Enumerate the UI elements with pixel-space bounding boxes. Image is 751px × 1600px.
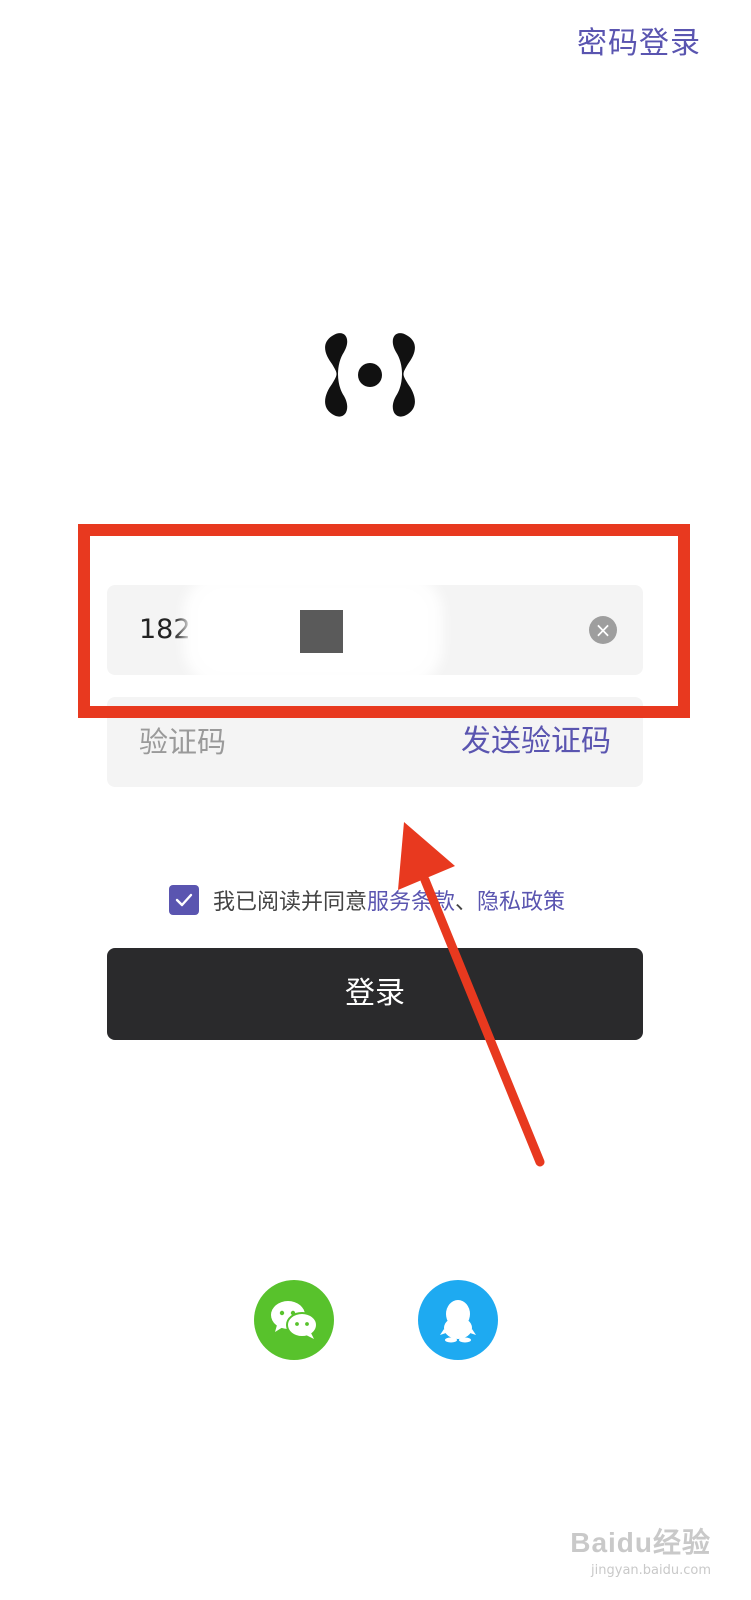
phone-field[interactable]: 182 ×: [107, 573, 643, 687]
agreement-row: 我已阅读并同意服务条款、隐私政策: [169, 883, 565, 917]
terms-link[interactable]: 服务条款: [367, 890, 455, 915]
watermark-sub: jingyan.baidu.com: [591, 1563, 711, 1578]
agreement-checkbox[interactable]: [169, 885, 199, 915]
send-code-button[interactable]: 发送验证码: [461, 697, 611, 787]
checkmark-icon: [175, 893, 193, 907]
agreement-text: 我已阅读并同意服务条款、隐私政策: [213, 884, 565, 916]
watermark-main: Baidu经验: [570, 1527, 711, 1558]
qq-login-button[interactable]: [418, 1280, 498, 1360]
watermark: Baidu经验 jingyan.baidu.com: [570, 1521, 711, 1578]
redaction-mosaic: [300, 610, 343, 653]
verification-code-field[interactable]: 验证码 发送验证码: [107, 697, 643, 787]
password-login-link[interactable]: 密码登录: [577, 18, 701, 62]
wechat-icon: [271, 1301, 318, 1339]
annotation-arrow: [398, 822, 545, 1167]
agreement-separator: 、: [455, 890, 478, 915]
privacy-link[interactable]: 隐私政策: [477, 890, 565, 915]
verification-code-input[interactable]: 验证码: [139, 697, 226, 787]
close-icon[interactable]: ×: [589, 616, 617, 644]
qq-icon: [440, 1300, 476, 1343]
agreement-prefix: 我已阅读并同意: [213, 890, 368, 915]
app-logo-icon: [325, 333, 415, 417]
login-button[interactable]: 登录: [107, 948, 643, 1040]
wechat-login-button[interactable]: [254, 1280, 334, 1360]
